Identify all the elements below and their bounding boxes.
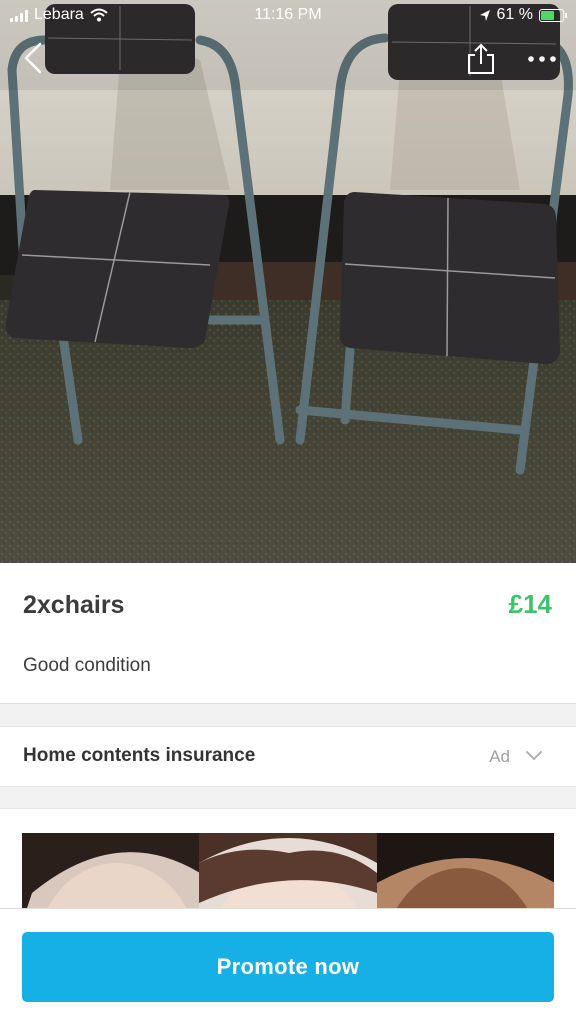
status-right: 61 % xyxy=(479,6,567,24)
ad-badge: Ad xyxy=(489,747,510,766)
more-dots-icon xyxy=(528,56,556,62)
more-options-button[interactable] xyxy=(524,44,560,74)
listing-description: Good condition xyxy=(23,655,151,676)
battery-charging-icon xyxy=(539,8,567,22)
battery-fill xyxy=(541,10,554,20)
location-arrow-icon xyxy=(479,9,490,21)
back-button[interactable] xyxy=(18,40,48,76)
battery-percent: 61 % xyxy=(496,6,533,23)
chevron-down-icon[interactable] xyxy=(525,749,543,763)
listing-price: £14 xyxy=(508,589,552,619)
share-icon xyxy=(468,43,494,74)
ad-row[interactable]: Home contents insurance Ad xyxy=(0,726,576,787)
listing-photo[interactable] xyxy=(0,0,576,563)
promote-now-button[interactable]: Promote now xyxy=(22,932,554,1002)
listing-details: 2xchairs £14 Good condition xyxy=(0,563,576,704)
bottom-bar: Promote now xyxy=(0,908,576,1024)
listing-title: 2xchairs xyxy=(23,591,125,619)
ad-title: Home contents insurance xyxy=(23,745,256,766)
status-bar: Lebara 11:16 PM 61 % xyxy=(0,0,576,30)
share-button[interactable] xyxy=(464,42,498,76)
back-chevron-icon xyxy=(24,42,42,74)
chairs-photo-illustration xyxy=(0,0,576,563)
